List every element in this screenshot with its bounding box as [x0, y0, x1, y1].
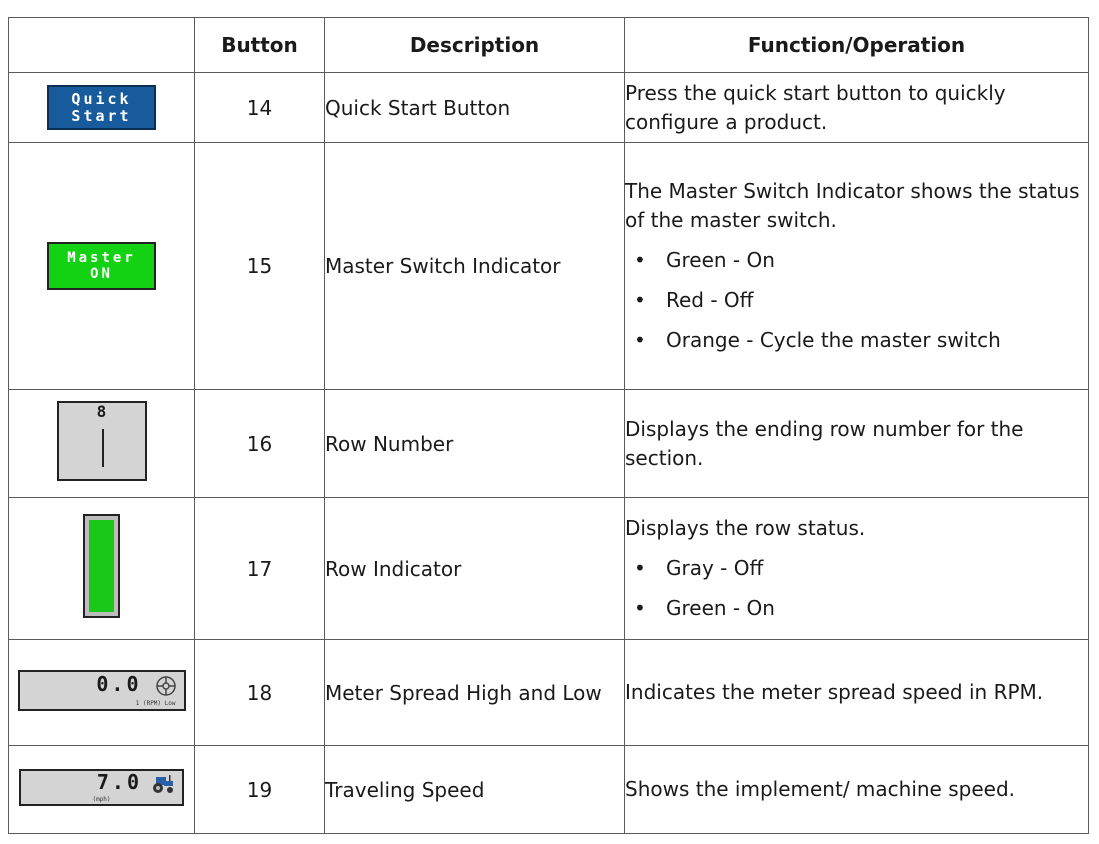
quick-start-button-icon: Quick Start: [47, 85, 156, 130]
table-row: 17 Row Indicator Displays the row status…: [8, 497, 1089, 640]
table-row: Master ON 15 Master Switch Indicator The…: [8, 142, 1089, 390]
list-item-text: Green - On: [666, 596, 775, 620]
speed-unit: (mph): [92, 795, 111, 803]
bullet-icon: •: [634, 328, 646, 352]
master-switch-indicator-icon: Master ON: [47, 242, 156, 290]
icon-cell: [8, 497, 195, 640]
description: Row Number: [324, 389, 625, 498]
list-item: • Red - Off: [625, 286, 1088, 315]
list-item: • Green - On: [625, 246, 1088, 275]
row-number-icon: 8: [56, 401, 147, 481]
bullet-icon: •: [634, 596, 646, 620]
icon-text-line: ON: [90, 266, 113, 282]
button-number: 19: [194, 745, 325, 834]
icon-text-line: Master: [67, 250, 136, 266]
description: Meter Spread High and Low: [324, 639, 625, 746]
description: Row Indicator: [324, 497, 625, 640]
header-description: Description: [324, 17, 625, 73]
table-row: 0.0 1 (RPM) Low 18 Meter Spread High and…: [8, 639, 1089, 746]
icon-cell: Master ON: [8, 142, 195, 390]
function-operation: Displays the row status. • Gray - Off • Gr…: [624, 497, 1089, 640]
bullet-icon: •: [634, 556, 646, 580]
icon-cell: 7.0 (mph): [8, 745, 195, 834]
icon-text-line: Quick: [71, 90, 132, 108]
list-item-text: Gray - Off: [666, 556, 764, 580]
table-row: 7.0 (mph) 19 Traveling Speed Shows the i…: [8, 745, 1089, 834]
function-text: Indicates the meter spread speed in RPM.: [625, 680, 1044, 704]
header-icon: [8, 17, 195, 73]
row-indicator-fill: [89, 520, 114, 612]
bullet-icon: •: [634, 248, 646, 272]
button-number: 18: [194, 639, 325, 746]
speed-value: 7.0: [96, 769, 142, 794]
button-number: 15: [194, 142, 325, 390]
icon-text-line: Start: [71, 107, 132, 125]
function-text: Shows the implement/ machine speed.: [625, 777, 1015, 801]
table-row: 8 16 Row Number Displays the ending row …: [8, 389, 1089, 498]
description: Traveling Speed: [324, 745, 625, 834]
list-item: • Orange - Cycle the master switch: [625, 326, 1088, 355]
traveling-speed-icon: 7.0 (mph): [19, 768, 184, 806]
meter-gear-icon: [155, 675, 176, 696]
status-list: • Gray - Off • Green - On: [625, 554, 1088, 623]
list-item: • Green - On: [625, 594, 1088, 623]
row-number-value: 8: [96, 402, 107, 421]
table-row: Quick Start 14 Quick Start Button Press …: [8, 72, 1089, 143]
function-operation: Shows the implement/ machine speed.: [624, 745, 1089, 834]
header-row: Button Description Function/Operation: [8, 17, 1089, 73]
icon-cell: 0.0 1 (RPM) Low: [8, 639, 195, 746]
row-marker: [101, 429, 104, 467]
status-list: • Green - On • Red - Off • Orange - Cycle t…: [625, 246, 1088, 355]
bullet-icon: •: [634, 288, 646, 312]
reference-table: Button Description Function/Operation Qu…: [8, 17, 1089, 834]
meter-unit: 1 (RPM) Low: [135, 699, 176, 707]
button-number: 14: [194, 72, 325, 143]
button-number: 16: [194, 389, 325, 498]
list-item: • Gray - Off: [625, 554, 1088, 583]
row-indicator-icon: [83, 514, 120, 618]
list-item-text: Green - On: [666, 248, 775, 272]
header-function: Function/Operation: [624, 17, 1089, 73]
icon-cell: 8: [8, 389, 195, 498]
function-operation: The Master Switch Indicator shows the st…: [624, 142, 1089, 390]
function-text: Displays the ending row number for the s…: [625, 416, 1024, 470]
list-item-text: Orange - Cycle the master switch: [666, 328, 1001, 352]
function-operation: Press the quick start button to quickly …: [624, 72, 1089, 143]
description: Master Switch Indicator: [324, 142, 625, 390]
button-number: 17: [194, 497, 325, 640]
header-button: Button: [194, 17, 325, 73]
function-text: Displays the row status.: [625, 516, 866, 540]
function-operation: Displays the ending row number for the s…: [624, 389, 1089, 498]
list-item-text: Red - Off: [666, 288, 754, 312]
function-operation: Indicates the meter spread speed in RPM.: [624, 639, 1089, 746]
meter-value: 0.0: [96, 671, 142, 696]
function-text: The Master Switch Indicator shows the st…: [625, 179, 1080, 232]
description: Quick Start Button: [324, 72, 625, 143]
icon-cell: Quick Start: [8, 72, 195, 143]
tractor-icon: [153, 774, 173, 793]
meter-spread-icon: 0.0 1 (RPM) Low: [17, 669, 186, 711]
function-text: Press the quick start button to quickly …: [625, 80, 1006, 134]
